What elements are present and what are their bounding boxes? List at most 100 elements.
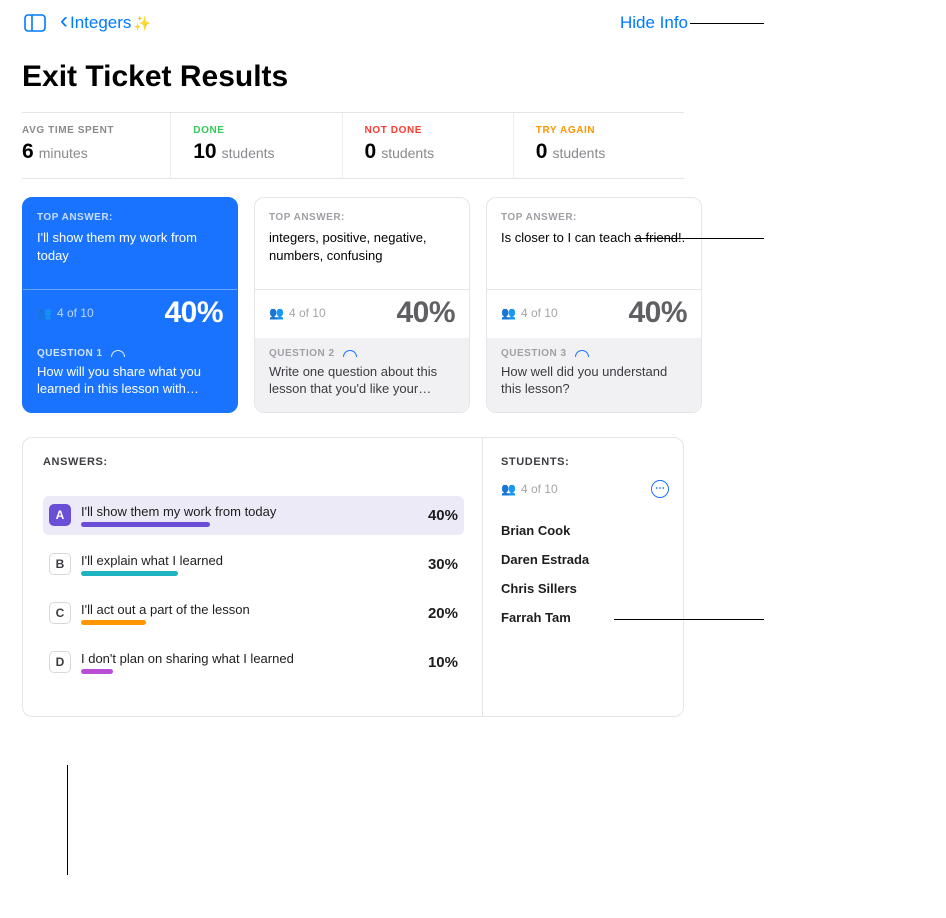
card-mid: 👥 4 of 10 40%	[487, 289, 701, 338]
answer-letter-badge: A	[49, 504, 71, 526]
stat-unit: minutes	[39, 145, 88, 161]
stat-unit: students	[552, 145, 605, 161]
top-answer-label: TOP ANSWER:	[269, 212, 455, 223]
stat-label: DONE	[193, 125, 341, 136]
answer-row-a[interactable]: A I'll show them my work from today 40%	[43, 496, 464, 535]
people-icon: 👥	[501, 482, 516, 496]
people-icon: 👥	[501, 306, 516, 320]
qnum-text: QUESTION 1	[37, 348, 103, 359]
app-frame: ‹ Integers ✨ Hide Info Exit Ticket Resul…	[0, 0, 706, 842]
student-name[interactable]: Brian Cook	[501, 516, 669, 545]
message-icon[interactable]: ⋯	[651, 480, 669, 498]
top-answer-text: I'll show them my work from today	[37, 229, 223, 279]
answer-bar-track	[81, 620, 404, 625]
arc-icon	[343, 350, 357, 357]
card-top: TOP ANSWER: integers, positive, negative…	[255, 198, 469, 289]
students-header: STUDENTS:	[501, 456, 669, 468]
answer-text: I'll explain what I learned	[81, 553, 404, 568]
top-bar: ‹ Integers ✨ Hide Info	[0, 0, 706, 46]
back-button[interactable]: ‹ Integers ✨	[60, 11, 151, 35]
answer-body: I'll act out a part of the lesson	[81, 602, 404, 625]
question-text: Write one question about this lesson tha…	[269, 364, 455, 398]
answer-text: I'll act out a part of the lesson	[81, 602, 404, 617]
answer-row-d[interactable]: D I don't plan on sharing what I learned…	[43, 643, 464, 682]
back-label: Integers	[70, 13, 131, 33]
sidebar-toggle-button[interactable]	[24, 14, 46, 32]
student-name[interactable]: Farrah Tam	[501, 603, 669, 632]
stat-number: 10	[193, 140, 216, 164]
count-text: 4 of 10	[521, 306, 558, 320]
question-text: How will you share what you learned in t…	[37, 364, 223, 398]
stat-number: 6	[22, 140, 34, 164]
count-text: 4 of 10	[289, 306, 326, 320]
question-cards-row: TOP ANSWER: I'll show them my work from …	[0, 197, 706, 413]
top-answer-text: integers, positive, negative, numbers, c…	[269, 229, 455, 279]
answer-percent: 30%	[414, 556, 458, 573]
people-count: 👥 4 of 10	[37, 306, 94, 320]
stat-value: 6 minutes	[22, 140, 170, 164]
stat-unit: students	[381, 145, 434, 161]
stat-number: 0	[365, 140, 377, 164]
count-text: 4 of 10	[57, 306, 94, 320]
answers-column: ANSWERS: A I'll show them my work from t…	[23, 438, 483, 716]
student-name[interactable]: Chris Sillers	[501, 574, 669, 603]
hide-info-button[interactable]: Hide Info	[620, 13, 688, 33]
card-bottom: QUESTION 3 How well did you understand t…	[487, 338, 701, 412]
answer-bar	[81, 571, 178, 576]
people-icon: 👥	[37, 306, 52, 320]
people-count: 👥 4 of 10	[269, 306, 326, 320]
answer-bar-track	[81, 522, 404, 527]
card-mid: 👥 4 of 10 40%	[23, 289, 237, 338]
answer-bar	[81, 669, 113, 674]
card-percent: 40%	[164, 296, 223, 330]
question-text: How well did you understand this lesson?	[501, 364, 687, 398]
question-card-1[interactable]: TOP ANSWER: I'll show them my work from …	[22, 197, 238, 413]
stat-label: NOT DONE	[365, 125, 513, 136]
stats-row: AVG TIME SPENT 6 minutes DONE 10 student…	[22, 112, 684, 179]
top-answer-label: TOP ANSWER:	[37, 212, 223, 223]
answer-bar	[81, 620, 146, 625]
arc-icon	[111, 350, 125, 357]
student-name[interactable]: Daren Estrada	[501, 545, 669, 574]
students-count: 👥 4 of 10	[501, 482, 558, 496]
answer-letter-badge: B	[49, 553, 71, 575]
arc-icon	[575, 350, 589, 357]
stat-value: 10 students	[193, 140, 341, 164]
card-top: TOP ANSWER: Is closer to I can teach a f…	[487, 198, 701, 289]
question-number: QUESTION 2	[269, 348, 455, 359]
answer-text: I'll show them my work from today	[81, 504, 404, 519]
card-percent: 40%	[628, 296, 687, 330]
answer-percent: 10%	[414, 654, 458, 671]
page-title: Exit Ticket Results	[0, 46, 706, 112]
annotation-line	[690, 23, 764, 24]
top-bar-left: ‹ Integers ✨	[24, 11, 151, 35]
answer-letter-badge: D	[49, 651, 71, 673]
question-card-2[interactable]: TOP ANSWER: integers, positive, negative…	[254, 197, 470, 413]
chevron-left-icon: ‹	[60, 9, 68, 33]
answer-text: I don't plan on sharing what I learned	[81, 651, 404, 666]
students-count-row: 👥 4 of 10 ⋯	[501, 480, 669, 498]
answer-percent: 40%	[414, 507, 458, 524]
question-card-3[interactable]: TOP ANSWER: Is closer to I can teach a f…	[486, 197, 702, 413]
stat-not-done: NOT DONE 0 students	[343, 113, 514, 178]
answer-letter-badge: C	[49, 602, 71, 624]
question-number: QUESTION 3	[501, 348, 687, 359]
stat-value: 0 students	[365, 140, 513, 164]
stat-done: DONE 10 students	[171, 113, 342, 178]
annotation-line	[614, 619, 764, 620]
stat-avg-time: AVG TIME SPENT 6 minutes	[22, 113, 171, 178]
detail-panel: ANSWERS: A I'll show them my work from t…	[22, 437, 684, 717]
answer-body: I'll show them my work from today	[81, 504, 404, 527]
answer-bar-track	[81, 571, 404, 576]
answer-row-b[interactable]: B I'll explain what I learned 30%	[43, 545, 464, 584]
students-count-text: 4 of 10	[521, 482, 558, 496]
card-percent: 40%	[396, 296, 455, 330]
answer-row-c[interactable]: C I'll act out a part of the lesson 20%	[43, 594, 464, 633]
stat-label: AVG TIME SPENT	[22, 125, 170, 136]
stat-number: 0	[536, 140, 548, 164]
stat-label: TRY AGAIN	[536, 125, 684, 136]
answer-percent: 20%	[414, 605, 458, 622]
stat-value: 0 students	[536, 140, 684, 164]
answer-bar-track	[81, 669, 404, 674]
annotation-line	[67, 765, 68, 875]
